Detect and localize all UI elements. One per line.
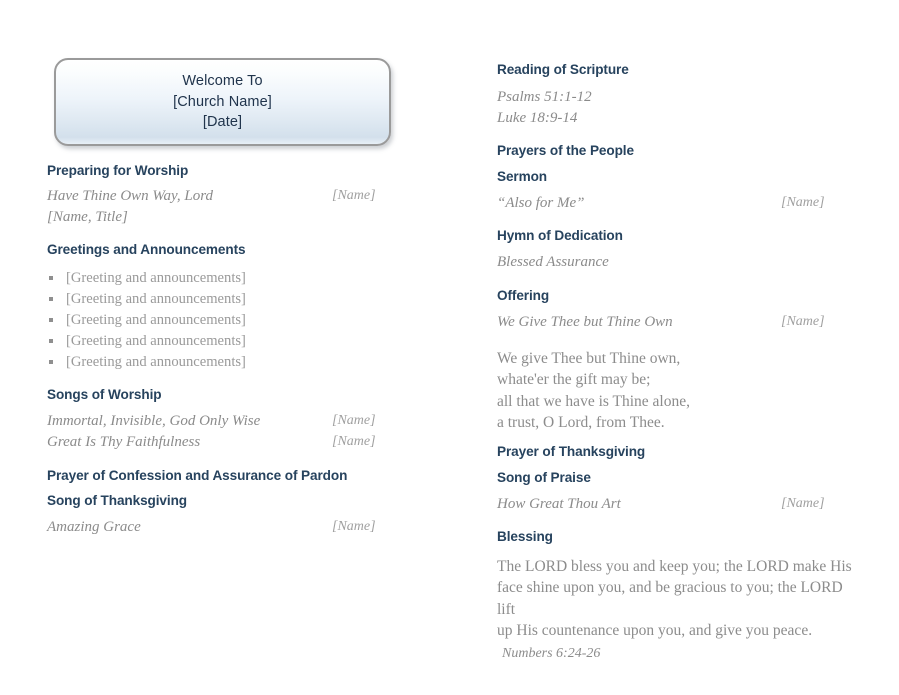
heading-reading-of-scripture: Reading of Scripture [497, 62, 629, 77]
songs-of-worship-row-2: Great Is Thy Faithfulness [Name] [47, 434, 376, 451]
preparing-credit-row: [Name, Title] [47, 209, 128, 226]
offering-entry: We Give Thee but Thine Own [Name] [497, 314, 825, 331]
offering-verse-line-1: We give Thee but Thine own, [497, 350, 681, 367]
preparing-credit: [Name, Title] [47, 209, 128, 225]
sermon-title-row: “Also for Me” [Name] [497, 195, 825, 212]
sermon-name: [Name] [781, 195, 825, 210]
section-sermon: Sermon [497, 169, 547, 184]
blessing-line-2: face shine upon you, and be gracious to … [497, 579, 843, 618]
list-item-label: [Greeting and announcements] [66, 312, 246, 328]
song-of-thanksgiving-song: Amazing Grace [Name] [47, 519, 376, 536]
offering-verse-text: We give Thee but Thine own, whate'er the… [497, 348, 690, 434]
heading-prayer-of-confession: Prayer of Confession and Assurance of Pa… [47, 468, 348, 483]
song-of-praise-row: How Great Thou Art [Name] [497, 496, 825, 513]
welcome-banner: Welcome To [Church Name] [Date] [54, 58, 391, 146]
song-of-thanksgiving-row: Amazing Grace [Name] [47, 519, 376, 536]
heading-song-of-thanksgiving: Song of Thanksgiving [47, 493, 187, 508]
offering-verse-line-4: a trust, O Lord, from Thee. [497, 414, 665, 432]
heading-song-of-praise: Song of Praise [497, 470, 591, 485]
section-prayers-of-the-people: Prayers of the People [497, 143, 634, 158]
heading-preparing-for-worship: Preparing for Worship [47, 163, 189, 178]
heading-hymn-of-dedication: Hymn of Dedication [497, 228, 623, 243]
song-of-worship-2-name: [Name] [332, 434, 376, 449]
section-greetings: Greetings and Announcements [47, 242, 246, 257]
bullet-square-icon [49, 339, 53, 343]
list-item-label: [Greeting and announcements] [66, 333, 246, 349]
list-item: [Greeting and announcements] [47, 289, 246, 310]
list-item: [Greeting and announcements] [47, 331, 246, 352]
scripture-passage-2: Luke 18:9-14 [497, 110, 578, 126]
blessing-text: The LORD bless you and keep you; the LOR… [497, 556, 857, 663]
preparing-song: Have Thine Own Way, Lord [Name] [47, 188, 376, 205]
preparing-song-name: [Name] [332, 188, 376, 203]
blessing-citation: Numbers 6:24-26 [502, 645, 601, 661]
heading-prayers-of-the-people: Prayers of the People [497, 143, 634, 158]
sermon-entry: “Also for Me” [Name] [497, 195, 825, 212]
blessing-body: The LORD bless you and keep you; the LOR… [497, 556, 857, 663]
blessing-line-3: up His countenance upon you, and give yo… [497, 622, 813, 640]
welcome-banner-text: Welcome To [Church Name] [Date] [173, 71, 272, 133]
list-item: [Greeting and announcements] [47, 268, 246, 289]
offering-verse-line-3: all that we have is Thine alone, [497, 392, 690, 410]
section-hymn-of-dedication: Hymn of Dedication [497, 228, 623, 243]
section-prayer-of-confession: Prayer of Confession and Assurance of Pa… [47, 468, 347, 483]
section-offering: Offering [497, 288, 549, 303]
songs-of-worship-row-1: Immortal, Invisible, God Only Wise [Name… [47, 413, 376, 430]
hymn-of-dedication-title: Blessed Assurance [497, 254, 609, 270]
section-blessing: Blessing [497, 529, 553, 544]
greetings-list-wrap: [Greeting and announcements] [Greeting a… [47, 268, 246, 373]
welcome-line-3: [Date] [202, 114, 243, 131]
heading-greetings-and-announcements: Greetings and Announcements [47, 242, 246, 257]
section-reading-of-scripture: Reading of Scripture [497, 62, 629, 77]
section-song-of-praise: Song of Praise [497, 470, 591, 485]
song-of-worship-1-title: Immortal, Invisible, God Only Wise [47, 413, 261, 429]
welcome-line-2: [Church Name] [173, 93, 272, 110]
song-of-thanksgiving-title: Amazing Grace [47, 519, 141, 535]
greetings-list: [Greeting and announcements] [Greeting a… [47, 268, 246, 373]
bullet-square-icon [49, 318, 53, 322]
welcome-line-1: Welcome To [182, 73, 263, 90]
offering-title-row: We Give Thee but Thine Own [Name] [497, 314, 825, 331]
list-item: [Greeting and announcements] [47, 310, 246, 331]
scripture-passage-1: Psalms 51:1-12 [497, 89, 592, 105]
section-prayer-of-thanksgiving: Prayer of Thanksgiving [497, 444, 645, 459]
bullet-square-icon [49, 360, 53, 364]
list-item-label: [Greeting and announcements] [66, 270, 246, 286]
hymn-of-dedication-row: Blessed Assurance [497, 254, 609, 271]
song-of-praise-entry: How Great Thou Art [Name] [497, 496, 825, 513]
bulletin-page: Welcome To [Church Name] [Date] Preparin… [0, 0, 899, 695]
blessing-line-1: The LORD bless you and keep you; the LOR… [497, 558, 852, 575]
list-item: [Greeting and announcements] [47, 352, 246, 373]
bullet-square-icon [49, 276, 53, 280]
offering-name: [Name] [781, 314, 825, 329]
song-of-worship-1: Immortal, Invisible, God Only Wise [Name… [47, 413, 376, 430]
section-songs-of-worship: Songs of Worship [47, 387, 162, 402]
heading-prayer-of-thanksgiving: Prayer of Thanksgiving [497, 444, 646, 459]
preparing-song-title: Have Thine Own Way, Lord [47, 188, 213, 204]
offering-verse-line-2: whate'er the gift may be; [497, 371, 651, 389]
song-of-worship-2-title: Great Is Thy Faithfulness [47, 434, 201, 450]
song-of-worship-2: Great Is Thy Faithfulness [Name] [47, 434, 376, 451]
list-item-label: [Greeting and announcements] [66, 354, 246, 370]
heading-offering: Offering [497, 288, 550, 303]
list-item-label: [Greeting and announcements] [66, 291, 246, 307]
preparing-song-row: Have Thine Own Way, Lord [Name] [47, 188, 376, 205]
scripture-passage-row-1: Psalms 51:1-12 [497, 89, 592, 106]
bullet-square-icon [49, 297, 53, 301]
section-song-of-thanksgiving: Song of Thanksgiving [47, 493, 187, 508]
scripture-passage-row-2: Luke 18:9-14 [497, 110, 577, 127]
heading-songs-of-worship: Songs of Worship [47, 387, 162, 402]
song-of-praise-title: How Great Thou Art [497, 496, 621, 512]
heading-sermon: Sermon [497, 169, 548, 184]
heading-blessing: Blessing [497, 529, 553, 544]
sermon-title: “Also for Me” [497, 195, 585, 211]
section-preparing-for-worship: Preparing for Worship [47, 163, 188, 178]
song-of-worship-1-name: [Name] [332, 413, 376, 428]
song-of-thanksgiving-name: [Name] [332, 519, 376, 534]
song-of-praise-name: [Name] [781, 496, 825, 511]
offering-verse: We give Thee but Thine own, whate'er the… [497, 348, 690, 434]
offering-title: We Give Thee but Thine Own [497, 314, 673, 330]
